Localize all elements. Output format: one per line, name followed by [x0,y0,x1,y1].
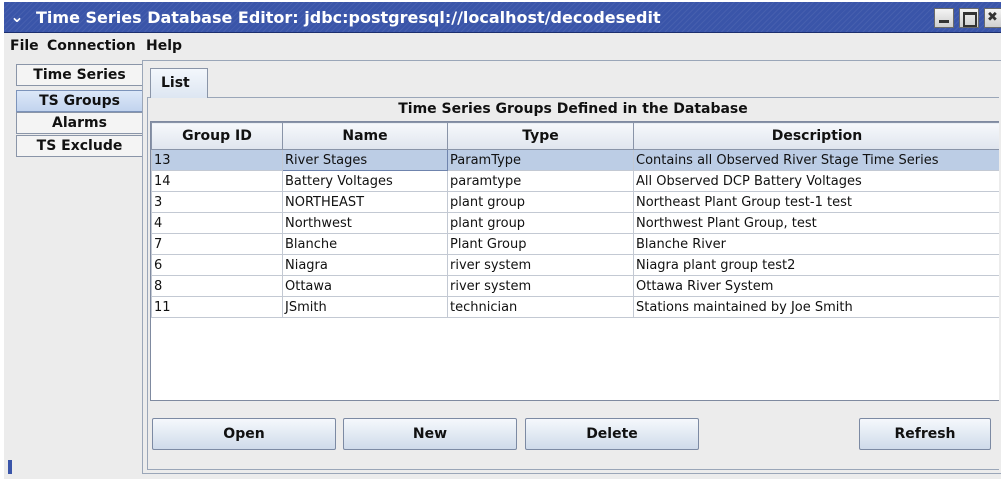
cell-group-id: 8 [151,275,283,297]
close-button[interactable] [984,8,1001,28]
groups-table[interactable]: Group ID Name Type Description 13 River … [150,121,999,401]
cell-name: Niagra [282,254,448,276]
cell-description: All Observed DCP Battery Voltages [633,170,999,192]
column-header-group-id[interactable]: Group ID [151,122,283,150]
tab-alarms[interactable]: Alarms [16,112,142,134]
cell-type: plant group [447,212,634,234]
open-button[interactable]: Open [152,418,336,450]
cell-name: River Stages [282,149,448,171]
table-row[interactable]: 3 NORTHEAST plant group Northeast Plant … [151,191,999,213]
cell-group-id: 7 [151,233,283,255]
app-window: ⌄ Time Series Database Editor: jdbc:post… [4,2,1001,479]
cell-group-id: 3 [151,191,283,213]
cell-type: Plant Group [447,233,634,255]
window-title: Time Series Database Editor: jdbc:postgr… [36,8,661,27]
column-header-description[interactable]: Description [633,122,999,150]
tab-time-series[interactable]: Time Series [16,64,142,86]
window-edge-marker [8,460,12,474]
column-header-type[interactable]: Type [447,122,634,150]
minimize-button[interactable] [934,8,954,28]
tab-list[interactable]: List [150,68,208,98]
cell-name: Battery Voltages [282,170,448,192]
table-header-row: Group ID Name Type Description [151,122,999,150]
cell-description: Stations maintained by Joe Smith [633,296,999,318]
cell-type: paramtype [447,170,634,192]
table-row[interactable]: 14 Battery Voltages paramtype All Observ… [151,170,999,192]
menu-help[interactable]: Help [146,37,182,55]
cell-type: plant group [447,191,634,213]
cell-type: river system [447,254,634,276]
tab-ts-groups[interactable]: TS Groups [16,90,142,112]
delete-button[interactable]: Delete [525,418,699,450]
refresh-button[interactable]: Refresh [859,418,991,450]
cell-group-id: 4 [151,212,283,234]
table-row[interactable]: 13 River Stages ParamType Contains all O… [151,149,999,171]
cell-description: Ottawa River System [633,275,999,297]
cell-name: Blanche [282,233,448,255]
cell-description: Northwest Plant Group, test [633,212,999,234]
cell-group-id: 11 [151,296,283,318]
menu-file[interactable]: File [10,37,39,55]
cell-type: river system [447,275,634,297]
menu-connection[interactable]: Connection [47,37,136,55]
cell-group-id: 14 [151,170,283,192]
maximize-button[interactable] [959,8,979,28]
cell-group-id: 6 [151,254,283,276]
cell-type: technician [447,296,634,318]
table-row[interactable]: 8 Ottawa river system Ottawa River Syste… [151,275,999,297]
tab-ts-exclude[interactable]: TS Exclude [16,135,142,157]
cell-type: ParamType [447,149,634,171]
table-row[interactable]: 11 JSmith technician Stations maintained… [151,296,999,318]
cell-name: Northwest [282,212,448,234]
menu-bar: File Connection Help [4,34,1001,58]
cell-description: Niagra plant group test2 [633,254,999,276]
table-row[interactable]: 6 Niagra river system Niagra plant group… [151,254,999,276]
cell-name: NORTHEAST [282,191,448,213]
table-title: Time Series Groups Defined in the Databa… [398,101,748,117]
cell-name: JSmith [282,296,448,318]
table-row[interactable]: 4 Northwest plant group Northwest Plant … [151,212,999,234]
chevron-down-icon[interactable]: ⌄ [7,6,27,28]
table-row[interactable]: 7 Blanche Plant Group Blanche River [151,233,999,255]
cell-description: Northeast Plant Group test-1 test [633,191,999,213]
cell-description: Blanche River [633,233,999,255]
title-bar[interactable]: ⌄ Time Series Database Editor: jdbc:post… [4,2,1001,33]
cell-name: Ottawa [282,275,448,297]
cell-description: Contains all Observed River Stage Time S… [633,149,999,171]
column-header-name[interactable]: Name [282,122,448,150]
new-button[interactable]: New [343,418,517,450]
cell-group-id: 13 [151,149,283,171]
